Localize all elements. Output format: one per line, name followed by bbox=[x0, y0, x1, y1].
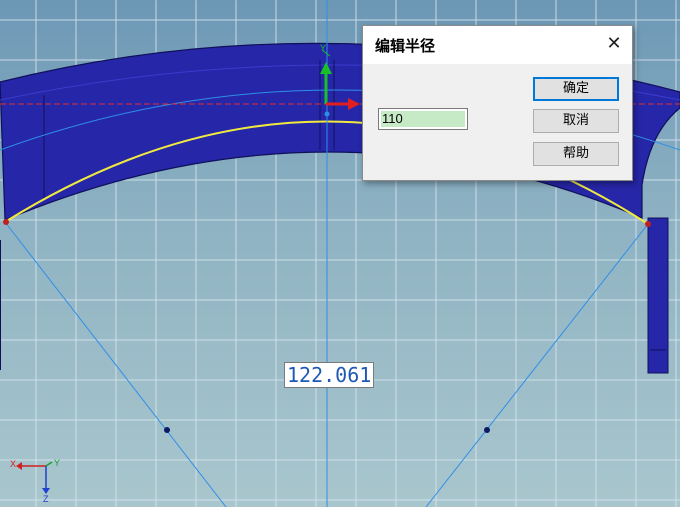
close-icon[interactable]: ✕ bbox=[604, 34, 624, 54]
cancel-button[interactable]: 取消 bbox=[533, 109, 619, 133]
arc-endpoint-right[interactable] bbox=[645, 221, 651, 227]
axis-z-label: Z bbox=[43, 494, 49, 504]
axis-triad bbox=[16, 461, 53, 494]
radius-input-value: 110 bbox=[382, 111, 403, 126]
dialog-title: 编辑半径 bbox=[375, 37, 436, 55]
arc-midpoint[interactable] bbox=[324, 111, 330, 117]
ok-button[interactable]: 确定 bbox=[533, 77, 619, 101]
arc-endpoint-left[interactable] bbox=[3, 219, 9, 225]
help-button[interactable]: 帮助 bbox=[533, 142, 619, 166]
axis-x-label: X bbox=[10, 459, 17, 469]
dimension-label[interactable]: 122.061 bbox=[284, 362, 375, 388]
construction-point-right[interactable] bbox=[484, 427, 490, 433]
axis-y-label: Y bbox=[54, 458, 61, 468]
construction-point-left[interactable] bbox=[164, 427, 170, 433]
edit-radius-dialog: 编辑半径 ✕ 110 确定 取消 帮助 bbox=[362, 25, 633, 181]
triad-y-label: Y bbox=[320, 43, 327, 53]
dialog-titlebar[interactable]: 编辑半径 ✕ bbox=[363, 26, 632, 64]
radius-input[interactable]: 110 bbox=[378, 108, 468, 130]
construction-line-right bbox=[425, 223, 649, 507]
